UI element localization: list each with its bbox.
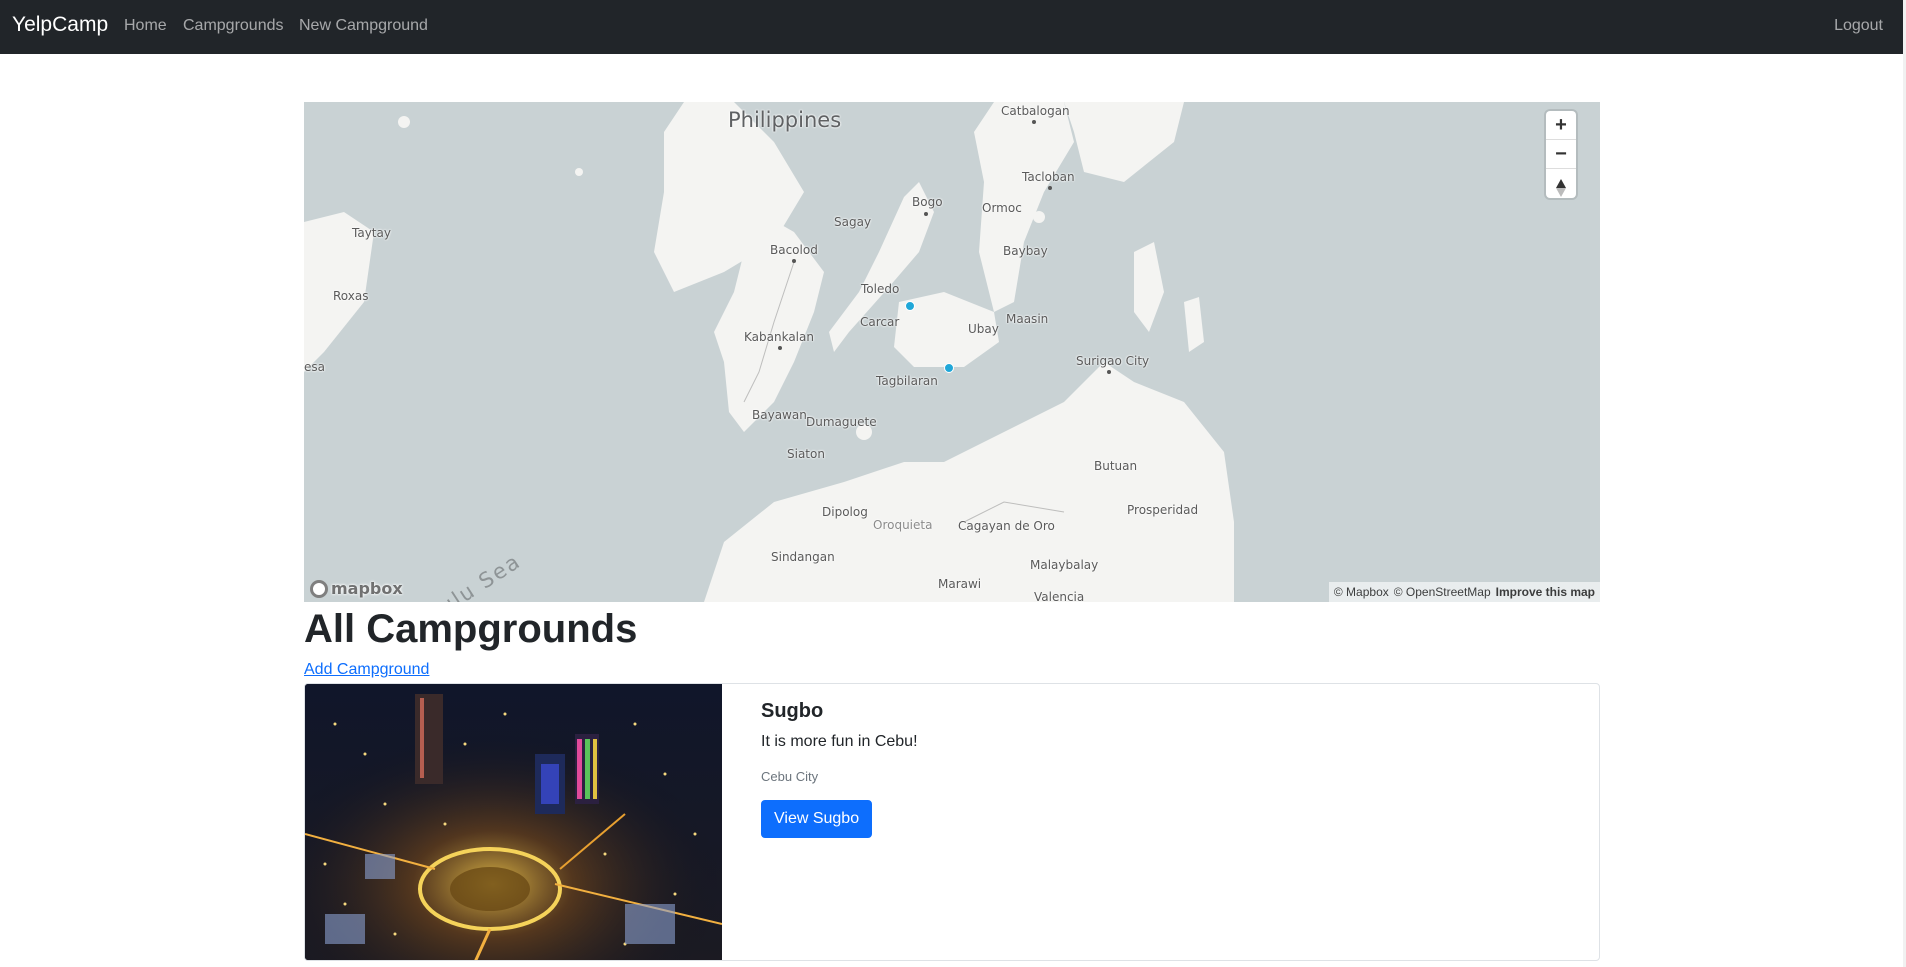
map-label-toledo: Toledo	[861, 282, 900, 296]
map-label-tagbilaran: Tagbilaran	[876, 374, 938, 388]
campground-image	[305, 684, 722, 960]
navbar: YelpCamp Home Campgrounds New Campground…	[0, 0, 1903, 54]
map-label-roxas: Roxas	[333, 289, 369, 303]
map-label-bacolod: Bacolod	[770, 243, 818, 257]
map-label-bogo: Bogo	[912, 195, 943, 209]
nav-logout-link[interactable]: Logout	[1834, 17, 1883, 35]
reset-bearing-button[interactable]	[1546, 169, 1576, 198]
compass-icon	[1556, 179, 1566, 197]
campground-description: It is more fun in Cebu!	[761, 733, 918, 750]
map-label-maasin: Maasin	[1006, 312, 1049, 326]
campground-marker[interactable]	[944, 363, 954, 373]
city-dot	[792, 259, 796, 263]
mapbox-logo[interactable]: mapbox	[310, 579, 403, 598]
attribution-osm-link[interactable]: © OpenStreetMap	[1394, 585, 1491, 599]
map-label-marawi: Marawi	[938, 577, 982, 591]
map-label-ormoc: Ormoc	[982, 201, 1022, 215]
map-label-valencia: Valencia	[1034, 590, 1085, 602]
city-dot	[778, 346, 782, 350]
map-label-surigao: Surigao City	[1076, 354, 1150, 368]
campground-card-body: Sugbo It is more fun in Cebu! Cebu City …	[761, 700, 918, 838]
nav-campgrounds-link[interactable]: Campgrounds	[183, 17, 284, 35]
add-campground-link[interactable]: Add Campground	[304, 661, 429, 679]
map-label-tacloban: Tacloban	[1022, 170, 1075, 184]
attribution-mapbox-link[interactable]: © Mapbox	[1334, 585, 1389, 599]
zoom-in-button[interactable]: +	[1546, 111, 1576, 140]
page-title: All Campgrounds	[304, 607, 638, 651]
map-label-esa: esa	[304, 360, 325, 374]
map-label-baybay: Baybay	[1003, 244, 1048, 258]
map-label-bayawan: Bayawan	[752, 408, 807, 422]
campground-card: Sugbo It is more fun in Cebu! Cebu City …	[304, 683, 1600, 961]
map-label-ubay: Ubay	[968, 322, 999, 336]
map-label-prosperidad: Prosperidad	[1127, 503, 1199, 517]
city-night-photo	[305, 684, 722, 960]
nav-new-campground-link[interactable]: New Campground	[299, 17, 428, 35]
campground-title: Sugbo	[761, 700, 824, 722]
city-dot	[1032, 120, 1036, 124]
map-label-kabankalan: Kabankalan	[744, 330, 814, 344]
map-label-carcar: Carcar	[860, 315, 900, 329]
map-label-dumaguete: Dumaguete	[806, 415, 877, 429]
brand-link[interactable]: YelpCamp	[12, 13, 108, 37]
mapbox-logo-text: mapbox	[331, 579, 403, 598]
mapbox-logo-icon	[310, 579, 328, 598]
city-dot	[924, 212, 928, 216]
city-dot	[1107, 370, 1111, 374]
map-label-butuan: Butuan	[1094, 459, 1138, 473]
nav-home-link[interactable]: Home	[124, 17, 167, 35]
map-label-sagay: Sagay	[834, 215, 872, 229]
map-label-dipolog: Dipolog	[822, 505, 868, 519]
campground-marker[interactable]	[905, 301, 915, 311]
map-label-siaton: Siaton	[787, 447, 825, 461]
map-label-cagayan: Cagayan de Oro	[958, 519, 1055, 533]
zoom-out-button[interactable]: −	[1546, 140, 1576, 169]
map-label-oroquieta: Oroquieta	[873, 518, 933, 532]
map-navigation-control: + −	[1546, 111, 1576, 198]
view-campground-button[interactable]: View Sugbo	[761, 800, 873, 838]
city-dot	[1048, 186, 1052, 190]
map-label-taytay: Taytay	[352, 226, 391, 240]
map-terrain	[304, 102, 1234, 602]
map-label-malaybalay: Malaybalay	[1030, 558, 1099, 572]
map-label-catbalogan: Catbalogan	[1001, 104, 1070, 118]
cluster-map[interactable]: Philippines ulu Sea Catbalogan Tacloban …	[304, 102, 1600, 602]
map-label-philippines: Philippines	[728, 108, 842, 132]
improve-map-link[interactable]: Improve this map	[1496, 585, 1595, 599]
map-label-sindangan: Sindangan	[771, 550, 835, 564]
map-attribution: © Mapbox © OpenStreetMap Improve this ma…	[1328, 582, 1600, 602]
campground-location: Cebu City	[761, 769, 819, 784]
